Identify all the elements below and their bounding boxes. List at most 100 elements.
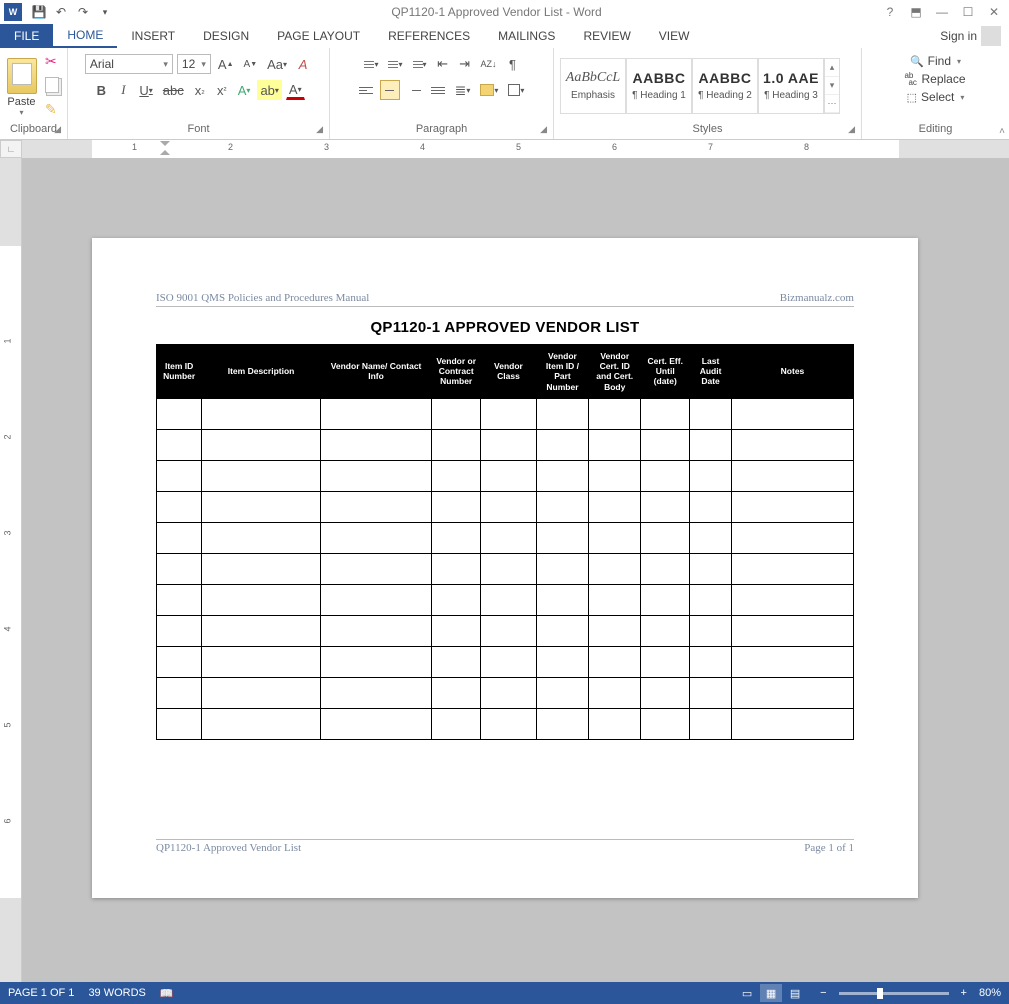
minimize-icon[interactable]: —	[931, 2, 953, 22]
ribbon-display-icon[interactable]: ⬒	[905, 2, 927, 22]
collapse-ribbon-icon[interactable]: ˄	[999, 126, 1005, 137]
table-cell[interactable]	[589, 429, 641, 460]
table-cell[interactable]	[731, 491, 853, 522]
table-cell[interactable]	[536, 522, 588, 553]
table-row[interactable]	[157, 398, 854, 429]
paragraph-launcher-icon[interactable]: ◢	[540, 124, 547, 135]
italic-button[interactable]: I	[114, 80, 132, 100]
table-cell[interactable]	[536, 553, 588, 584]
table-header-cell[interactable]: Vendor Class	[481, 345, 537, 399]
change-case-icon[interactable]: Aa▾	[264, 54, 290, 74]
maximize-icon[interactable]: ☐	[957, 2, 979, 22]
table-cell[interactable]	[481, 708, 537, 739]
numbering-icon[interactable]: ▾	[385, 54, 405, 74]
table-cell[interactable]	[157, 522, 202, 553]
table-cell[interactable]	[157, 491, 202, 522]
table-row[interactable]	[157, 491, 854, 522]
close-icon[interactable]: ✕	[983, 2, 1005, 22]
styles-launcher-icon[interactable]: ◢	[848, 124, 855, 135]
clipboard-launcher-icon[interactable]: ◢	[54, 124, 61, 135]
table-cell[interactable]	[641, 429, 690, 460]
table-cell[interactable]	[536, 615, 588, 646]
table-cell[interactable]	[157, 646, 202, 677]
format-painter-icon[interactable]: ✎	[45, 101, 63, 119]
sort-icon[interactable]	[478, 54, 500, 74]
indent-marker-icon[interactable]	[160, 141, 170, 155]
table-cell[interactable]	[481, 677, 537, 708]
qat-customise-icon[interactable]: ▾	[96, 3, 114, 21]
table-cell[interactable]	[481, 398, 537, 429]
table-cell[interactable]	[320, 615, 432, 646]
tab-insert[interactable]: INSERT	[117, 24, 189, 48]
table-header-cell[interactable]: Notes	[731, 345, 853, 399]
table-cell[interactable]	[690, 491, 732, 522]
table-cell[interactable]	[690, 615, 732, 646]
style--heading-1[interactable]: AABBC¶ Heading 1	[626, 58, 692, 114]
clear-formatting-icon[interactable]: A	[294, 54, 312, 74]
table-cell[interactable]	[690, 522, 732, 553]
table-cell[interactable]	[481, 429, 537, 460]
table-cell[interactable]	[690, 646, 732, 677]
table-row[interactable]	[157, 584, 854, 615]
table-cell[interactable]	[690, 677, 732, 708]
table-cell[interactable]	[157, 584, 202, 615]
table-cell[interactable]	[157, 553, 202, 584]
highlight-icon[interactable]: ab▾	[257, 80, 281, 100]
table-row[interactable]	[157, 677, 854, 708]
table-cell[interactable]	[536, 398, 588, 429]
horizontal-ruler[interactable]: ∟ 12345678	[0, 140, 1009, 158]
underline-button[interactable]: U▾	[136, 80, 155, 100]
font-launcher-icon[interactable]: ◢	[316, 124, 323, 135]
subscript-button[interactable]	[191, 80, 209, 100]
style--heading-3[interactable]: 1.0 AAE¶ Heading 3	[758, 58, 824, 114]
table-cell[interactable]	[641, 553, 690, 584]
table-cell[interactable]	[202, 584, 320, 615]
text-effects-icon[interactable]: A▾	[235, 80, 254, 100]
table-cell[interactable]	[481, 491, 537, 522]
redo-icon[interactable]: ↷	[74, 3, 92, 21]
table-cell[interactable]	[157, 615, 202, 646]
style-emphasis[interactable]: AaBbCcLEmphasis	[560, 58, 626, 114]
table-cell[interactable]	[641, 708, 690, 739]
table-cell[interactable]	[731, 708, 853, 739]
decrease-indent-icon[interactable]	[434, 54, 452, 74]
table-cell[interactable]	[202, 429, 320, 460]
table-cell[interactable]	[641, 398, 690, 429]
table-header-cell[interactable]: Item ID Number	[157, 345, 202, 399]
table-cell[interactable]	[432, 398, 481, 429]
shading-icon[interactable]: ▾	[477, 80, 501, 100]
table-row[interactable]	[157, 553, 854, 584]
bold-button[interactable]: B	[92, 80, 110, 100]
table-cell[interactable]	[202, 615, 320, 646]
zoom-slider[interactable]	[839, 992, 949, 995]
table-cell[interactable]	[481, 460, 537, 491]
font-name-combo[interactable]: Arial▾	[85, 54, 173, 74]
table-cell[interactable]	[320, 460, 432, 491]
zoom-slider-thumb[interactable]	[877, 988, 883, 999]
table-cell[interactable]	[432, 677, 481, 708]
vendor-table[interactable]: Item ID NumberItem DescriptionVendor Nam…	[156, 344, 854, 740]
zoom-level[interactable]: 80%	[979, 987, 1001, 999]
table-cell[interactable]	[589, 646, 641, 677]
table-cell[interactable]	[589, 708, 641, 739]
select-button[interactable]: Select▾	[907, 90, 965, 104]
table-cell[interactable]	[157, 460, 202, 491]
tab-view[interactable]: VIEW	[645, 24, 704, 48]
table-row[interactable]	[157, 615, 854, 646]
vertical-ruler[interactable]: 123456	[0, 158, 22, 982]
table-cell[interactable]	[731, 584, 853, 615]
table-cell[interactable]	[432, 553, 481, 584]
table-cell[interactable]	[641, 522, 690, 553]
table-cell[interactable]	[690, 460, 732, 491]
undo-icon[interactable]: ↶	[52, 3, 70, 21]
table-cell[interactable]	[320, 677, 432, 708]
table-cell[interactable]	[202, 491, 320, 522]
table-cell[interactable]	[320, 553, 432, 584]
table-cell[interactable]	[731, 398, 853, 429]
strikethrough-button[interactable]: abc	[160, 80, 187, 100]
table-cell[interactable]	[481, 646, 537, 677]
table-cell[interactable]	[432, 491, 481, 522]
table-cell[interactable]	[589, 677, 641, 708]
font-color-icon[interactable]: A▾	[286, 80, 305, 100]
table-cell[interactable]	[536, 429, 588, 460]
